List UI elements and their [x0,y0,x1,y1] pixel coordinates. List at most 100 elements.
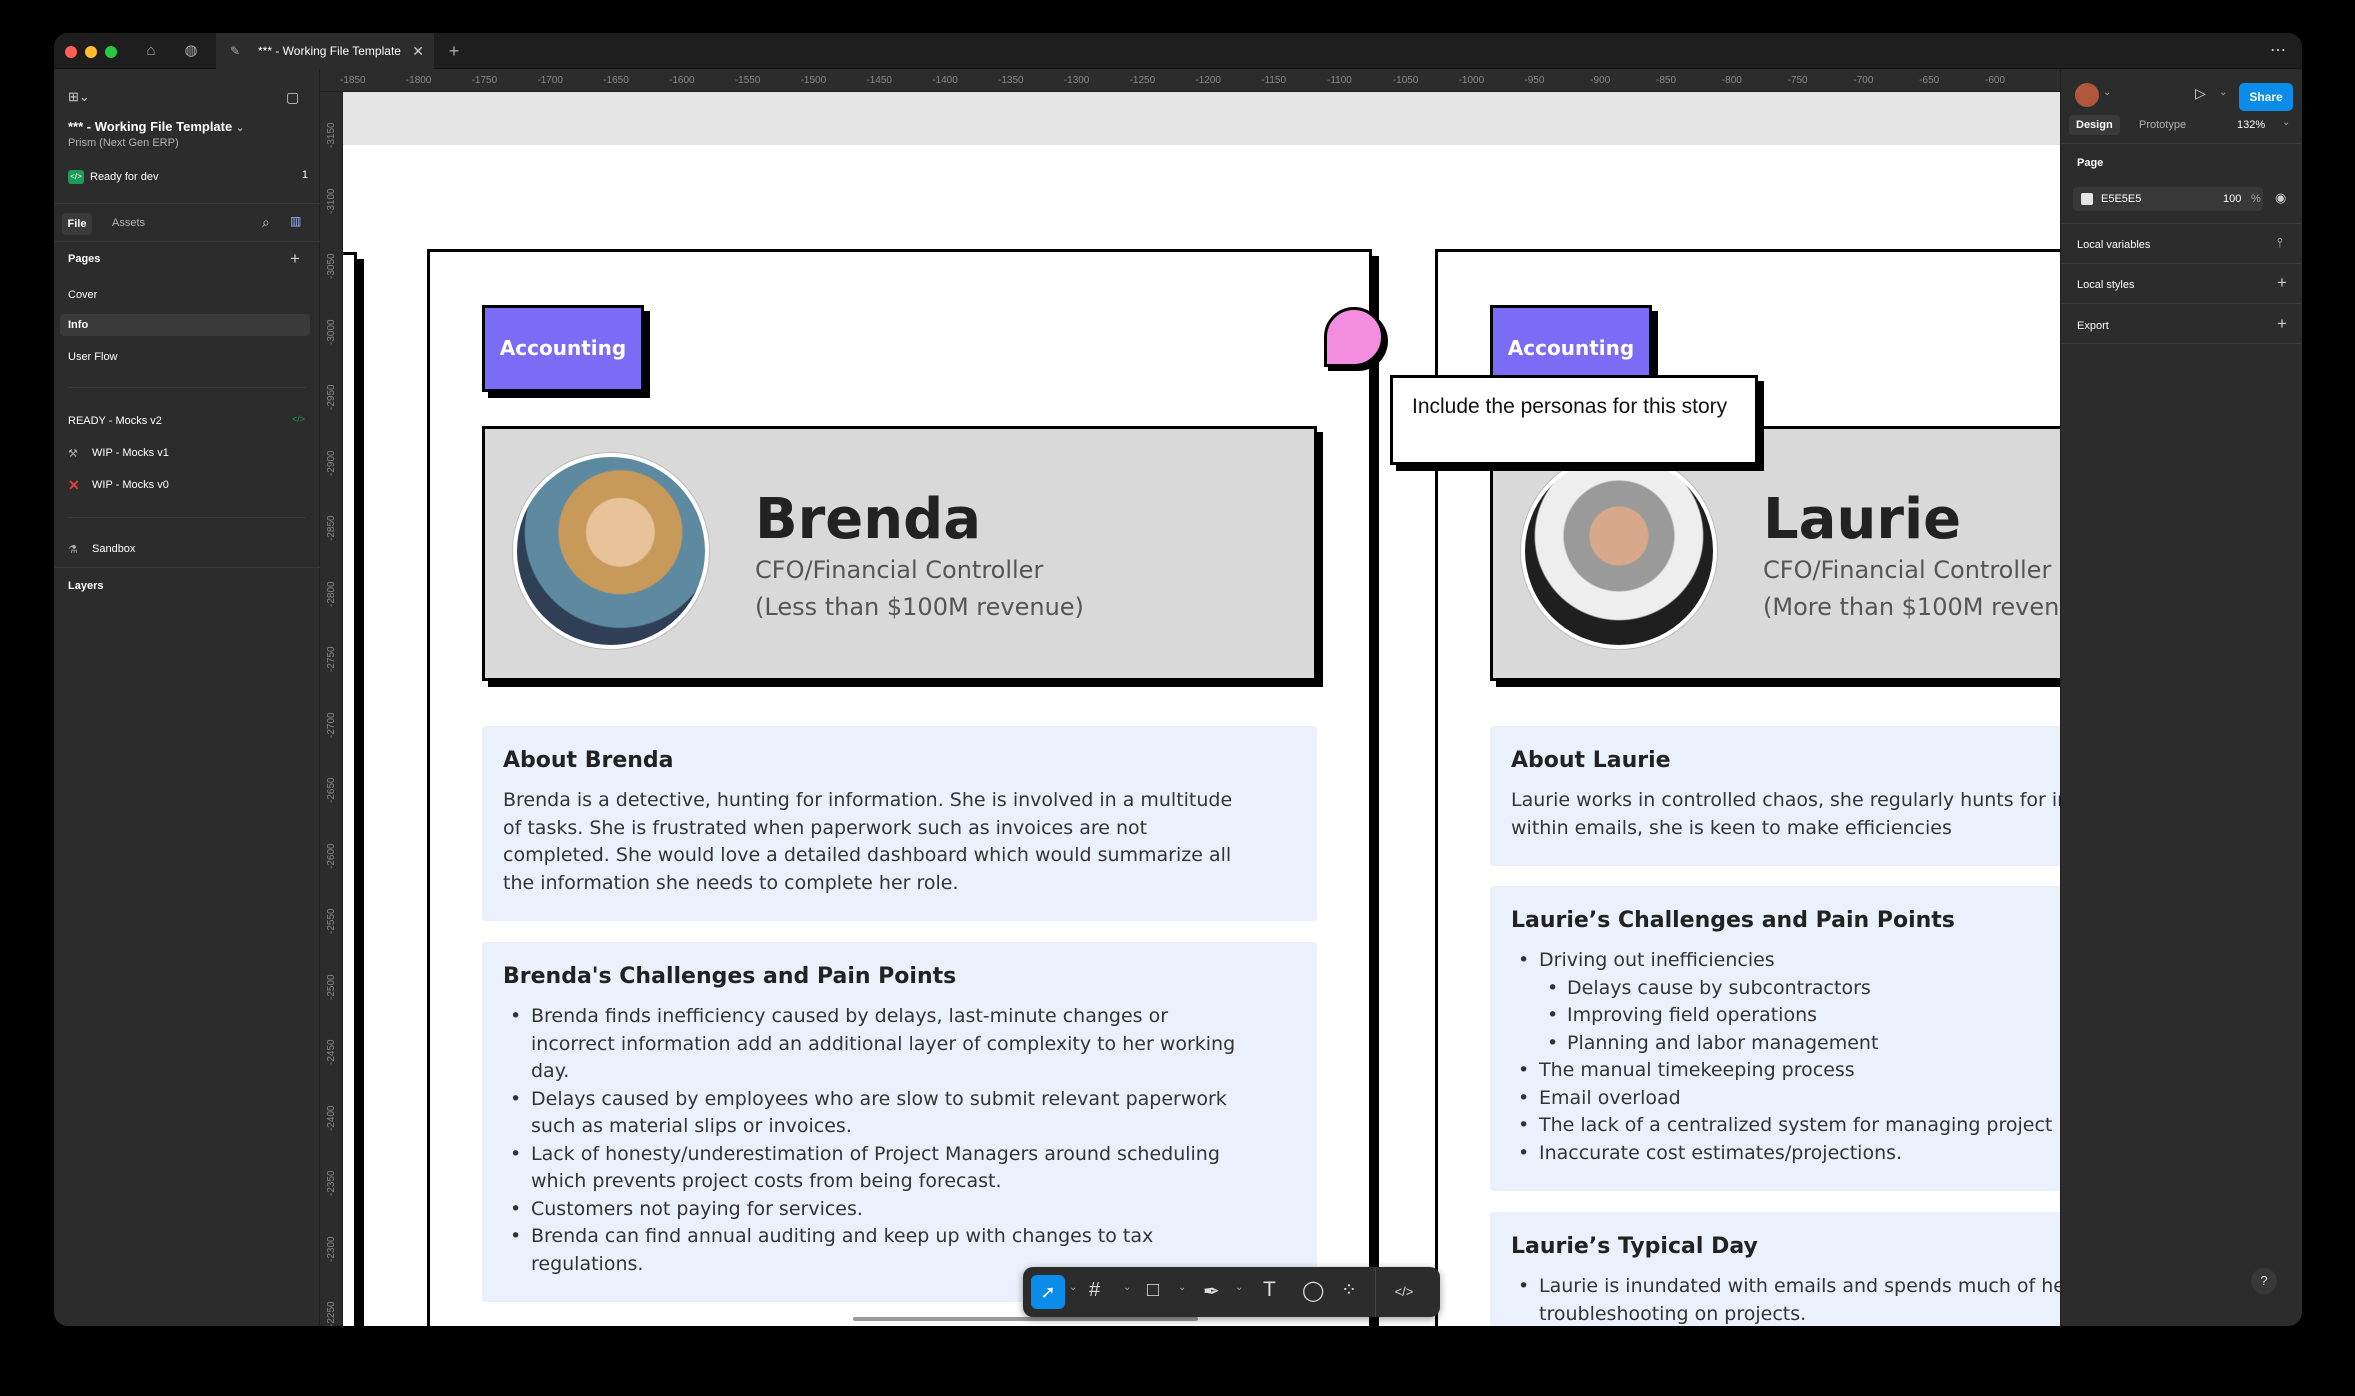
move-tool-icon[interactable]: ➚ [1031,1275,1065,1309]
present-icon[interactable]: ▷ [2195,85,2206,102]
list-item: Planning and labor management [1511,1030,2060,1058]
chevron-down-icon[interactable]: ⌄ [1069,1282,1077,1293]
list-item-line: such as material slips or invoices. [531,1115,852,1137]
ruler-tick-label: -2900 [326,449,337,476]
components-tool-icon[interactable]: ⁘ [1341,1279,1357,1302]
search-icon[interactable]: ⌕ [262,214,270,231]
ruler-tick-label: -1550 [734,75,761,86]
file-name[interactable]: *** - Working File Template ⌄ [68,119,244,134]
tab-assets[interactable]: Assets [112,217,145,229]
local-variables[interactable]: Local variables [2077,239,2150,251]
comment-tool-icon[interactable]: ◯ [1302,1278,1324,1303]
horizontal-scrollbar[interactable] [853,1317,1198,1321]
divider [2061,223,2302,224]
rectangle-tool-icon[interactable]: □ [1147,1279,1159,1302]
pen-tool-icon[interactable]: ✒ [1203,1279,1220,1304]
page-item-sandbox[interactable]: Sandbox [92,543,135,555]
persona-card-brenda[interactable]: Accounting Brenda CFO/Financial Controll… [427,249,1372,1326]
previous-persona-frame[interactable] [343,252,357,1326]
file-tab[interactable]: ✎ *** - Working File Template ✕ [216,33,434,69]
list-item-line: Lack of honesty/underestimation of Proje… [531,1142,1220,1165]
local-styles[interactable]: Local styles [2077,279,2134,291]
page-item-wip-mocks-v1[interactable]: WIP - Mocks v1 [92,447,169,459]
toggle-panel-icon[interactable]: ▢ [286,89,299,106]
page-item-ready-mocks-v2[interactable]: READY - Mocks v2 [68,415,162,427]
about-section: About Brenda Brenda is a detective, hunt… [482,726,1317,921]
chevron-down-icon[interactable]: ⌄ [1235,1282,1243,1293]
divider [2061,343,2302,344]
list-item: Laurie is inundated with emails and spen… [1511,1273,2060,1326]
ruler-tick-label: -950 [1524,75,1545,86]
ruler-tick-label: -2550 [326,908,337,934]
zoom-level[interactable]: 132% [2237,119,2265,131]
frame-tool-icon[interactable]: # [1089,1279,1100,1302]
page-item-wip-mocks-v0[interactable]: WIP - Mocks v0 [92,479,169,491]
globe-icon[interactable]: ◍ [181,41,201,61]
project-name[interactable]: Prism (Next Gen ERP) [68,137,179,149]
divider [54,241,320,242]
about-line: Brenda is a detective, hunting for infor… [503,789,1233,811]
app-window: ⌂ ◍ ✎ *** - Working File Template ✕ + ⋯ … [54,33,2302,1326]
properties-panel: ⌄ ▷ ⌄ Share Design Prototype 132% ⌄ Page… [2060,69,2302,1326]
design-canvas[interactable]: Accounting Brenda CFO/Financial Controll… [343,92,2060,1326]
challenges-heading: Brenda's Challenges and Pain Points [503,964,957,989]
tab-prototype[interactable]: Prototype [2139,119,2186,131]
dev-mode-icon[interactable]: </> [1387,1275,1421,1309]
about-heading: About Laurie [1511,748,1671,773]
chevron-down-icon[interactable]: ⌄ [1123,1282,1131,1293]
comment-bubble[interactable]: Include the personas for this story [1390,375,1758,465]
main-menu-icon[interactable]: ⊞⌄ [68,89,90,105]
page-color-hex[interactable]: E5E5E5 [2101,193,2141,205]
ruler-tick-label: -2800 [326,580,337,607]
challenges-section: Brenda's Challenges and Pain Points Bren… [482,942,1317,1302]
library-icon[interactable]: ▥ [290,214,301,228]
ruler-tick-label: -1200 [1195,75,1221,86]
about-line: Laurie works in controlled chaos, she re… [1511,789,2060,811]
avatar[interactable] [2075,83,2099,107]
list-item: Customers not paying for services. [503,1196,1296,1224]
ruler-tick-label: -1500 [800,75,827,86]
profile-header: Brenda CFO/Financial Controller (Less th… [482,426,1317,681]
minimize-window-button[interactable] [85,46,97,58]
add-export-icon[interactable]: + [2277,314,2287,334]
ruler-tick-label: -3100 [326,187,337,214]
export[interactable]: Export [2077,320,2109,332]
eye-icon[interactable]: ◉ [2275,190,2286,206]
page-item-user-flow[interactable]: User Flow [68,351,118,363]
maximize-window-button[interactable] [105,46,117,58]
add-page-icon[interactable]: + [290,249,300,269]
about-line: completed. She would love a detailed das… [503,844,1232,866]
page-item-info-highlight [60,314,310,336]
help-button[interactable]: ? [2251,1268,2277,1294]
page-item-cover[interactable]: Cover [68,289,97,301]
ruler-tick-label: -2750 [326,646,337,672]
divider [2061,303,2302,304]
more-options-icon[interactable]: ⋯ [2268,41,2288,61]
close-window-button[interactable] [65,46,77,58]
tab-file[interactable]: File [62,213,92,235]
persona-role: CFO/Financial Controller [1763,556,2052,584]
chevron-down-icon[interactable]: ⌄ [2282,117,2290,128]
page-item-info[interactable]: Info [68,319,88,331]
chevron-down-icon[interactable]: ⌄ [2103,87,2111,98]
divider [68,387,306,388]
share-button[interactable]: Share [2239,83,2293,111]
new-tab-icon[interactable]: + [444,41,464,61]
tab-design[interactable]: Design [2069,115,2120,135]
about-text: Laurie works in controlled chaos, she re… [1511,787,2060,842]
variables-icon[interactable]: ⫯ [2277,235,2283,251]
text-tool-icon[interactable]: T [1263,1278,1276,1302]
frame-top-strip [343,92,2060,145]
ruler-tick-label: -2500 [326,973,337,1000]
home-icon[interactable]: ⌂ [141,41,161,61]
add-style-icon[interactable]: + [2277,273,2287,293]
ready-for-dev-row[interactable]: </> Ready for dev 1 [68,169,308,184]
comment-pin-avatar[interactable] [1324,307,1384,367]
chevron-down-icon[interactable]: ⌄ [2219,87,2227,98]
chevron-down-icon[interactable]: ⌄ [1178,1282,1186,1293]
page-opacity[interactable]: 100 [2223,193,2241,205]
close-tab-icon[interactable]: ✕ [412,33,424,69]
tag-accounting: Accounting [482,305,644,392]
ruler-tick-label: -1300 [1063,75,1090,86]
color-swatch[interactable] [2081,193,2093,205]
